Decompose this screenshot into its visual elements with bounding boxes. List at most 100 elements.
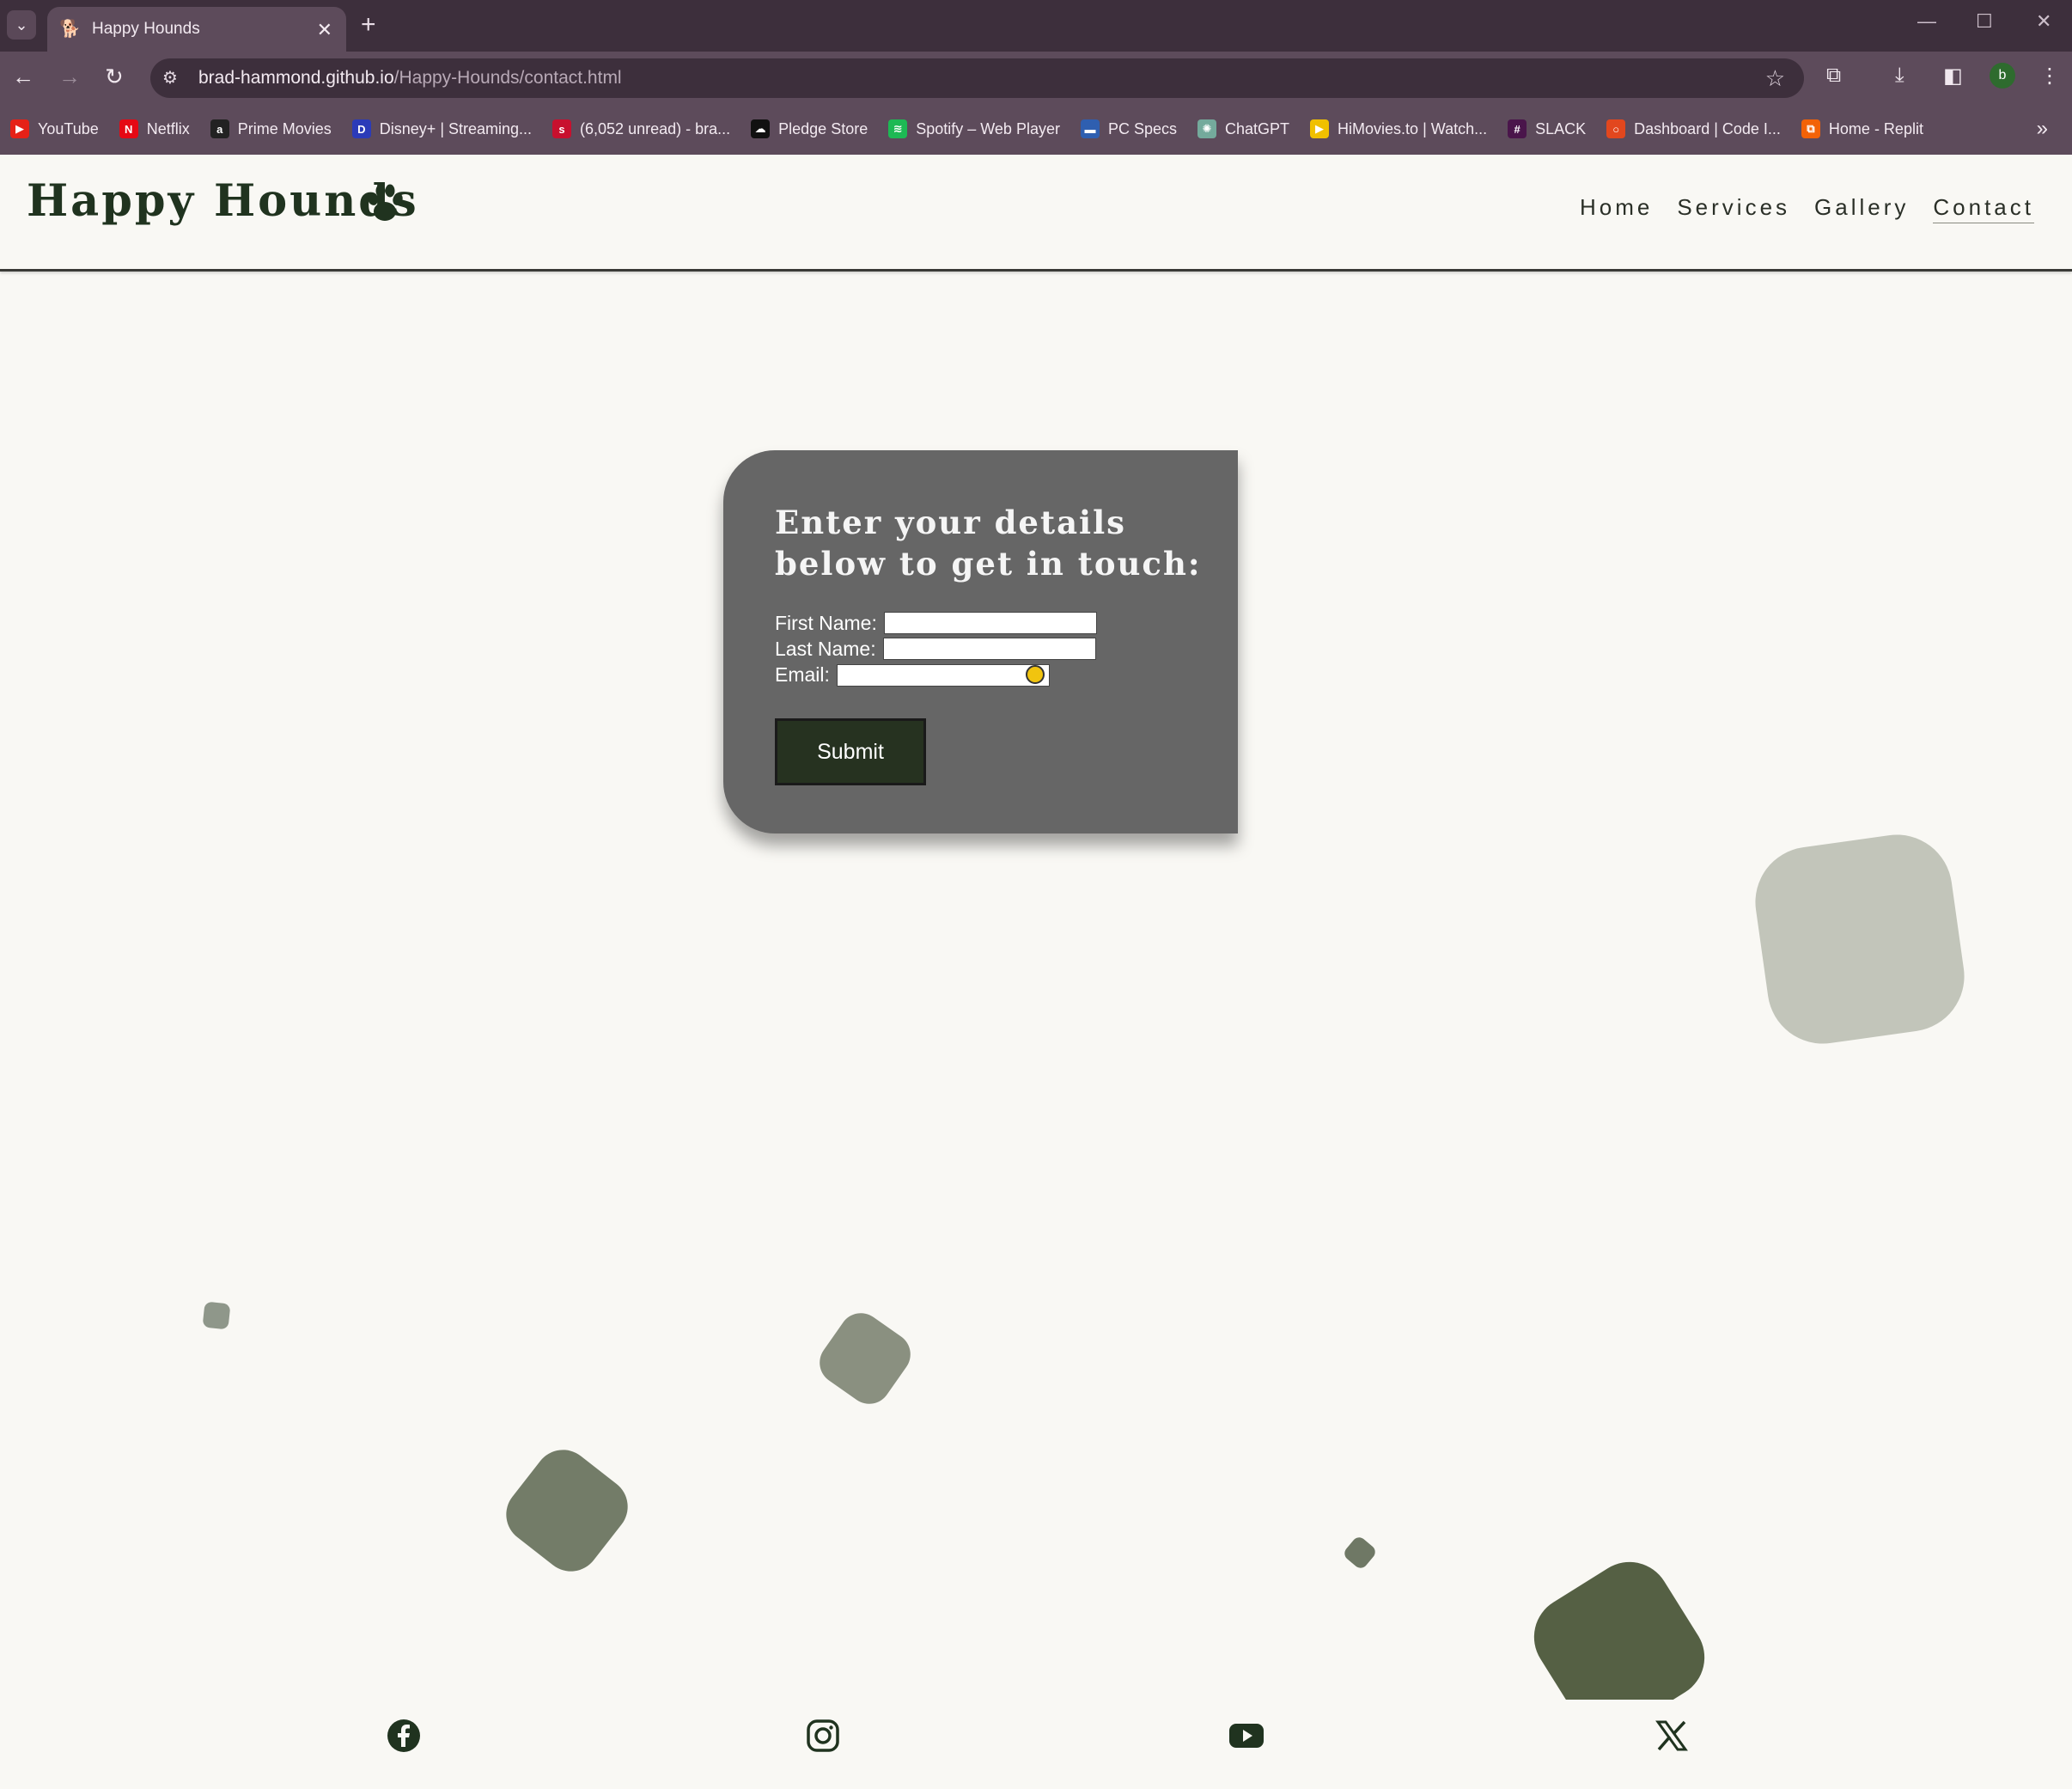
last-name-field[interactable] — [882, 638, 1096, 660]
browser-toolbar: ← → ↻ ⚙ brad-hammond.github.io/Happy-Hou… — [0, 52, 2072, 103]
bookmark-label: (6,052 unread) - bra... — [580, 119, 731, 137]
bookmark-item[interactable]: s (6,052 unread) - bra... — [552, 119, 730, 138]
back-arrow-icon[interactable]: ← — [12, 64, 34, 90]
profile-avatar[interactable]: b — [1990, 63, 2015, 89]
email-row: Email: — [775, 662, 1238, 687]
decorative-shape — [1748, 827, 1971, 1051]
tab-search-button[interactable]: ⌄ — [7, 10, 36, 40]
url-domain: brad-hammond.github.io — [198, 68, 394, 88]
bookmark-label: YouTube — [38, 119, 99, 137]
bookmark-label: Netflix — [146, 119, 190, 137]
minimize-icon[interactable]: — — [1917, 10, 1936, 33]
extensions-icon[interactable]: ⧉ — [1826, 64, 1841, 88]
codeinstitute-icon: ○ — [1606, 119, 1626, 138]
maximize-icon[interactable]: ☐ — [1976, 10, 1993, 33]
submit-button[interactable]: Submit — [775, 718, 926, 785]
nav-home[interactable]: Home — [1580, 194, 1653, 223]
bookmark-label: Pledge Store — [778, 119, 868, 137]
bookmark-item[interactable]: N Netflix — [119, 119, 190, 138]
first-name-label: First Name: — [775, 611, 877, 634]
bookmark-label: Home - Replit — [1828, 119, 1923, 137]
bookmark-item[interactable]: ≋ Spotify – Web Player — [888, 119, 1060, 138]
contact-form-card: Enter your details below to get in touch… — [723, 450, 1238, 833]
himovies-icon: ▶ — [1310, 119, 1330, 138]
bookmark-item[interactable]: ○ Dashboard | Code I... — [1606, 119, 1781, 138]
bookmark-star-icon[interactable]: ☆ — [1765, 65, 1785, 92]
bookmark-item[interactable]: ⧉ Home - Replit — [1801, 119, 1923, 138]
decorative-shape — [1341, 1534, 1379, 1572]
decorative-shape — [494, 1438, 640, 1584]
decorative-shape-clip — [1512, 1557, 1735, 1700]
nav-gallery[interactable]: Gallery — [1814, 194, 1909, 223]
browser-tab-strip: ⌄ 🐕 Happy Hounds ✕ + — ☐ ✕ — [0, 0, 2072, 52]
new-tab-button[interactable]: + — [361, 10, 376, 40]
site-settings-icon[interactable]: ⚙ — [162, 67, 178, 89]
more-bookmarks-icon[interactable]: » — [2037, 117, 2048, 141]
menu-kebab-icon[interactable]: ⋮ — [2039, 64, 2060, 89]
url-path: /Happy-Hounds/contact.html — [393, 68, 622, 88]
contact-form: First Name: Last Name: Email: — [775, 610, 1238, 687]
bookmark-label: HiMovies.to | Watch... — [1338, 119, 1488, 137]
bookmark-item[interactable]: ✺ ChatGPT — [1197, 119, 1289, 138]
decorative-shape — [811, 1304, 919, 1413]
main-nav: Home Services Gallery Contact — [1580, 194, 2034, 223]
bookmark-label: Dashboard | Code I... — [1634, 119, 1781, 137]
bookmark-item[interactable]: ☁ Pledge Store — [751, 119, 868, 138]
nav-services[interactable]: Services — [1677, 194, 1790, 223]
cloud-store-icon: ☁ — [751, 119, 771, 138]
sky-mail-icon: s — [552, 119, 572, 138]
decorative-shape — [1518, 1557, 1721, 1700]
paw-print-icon — [368, 184, 403, 221]
bookmark-item[interactable]: ▶ YouTube — [10, 119, 99, 138]
bookmark-label: Prime Movies — [237, 119, 332, 137]
email-field[interactable] — [836, 664, 1050, 687]
tab-title: Happy Hounds — [92, 20, 200, 38]
instagram-icon[interactable] — [806, 1719, 840, 1753]
last-name-row: Last Name: — [775, 636, 1238, 662]
last-name-label: Last Name: — [775, 637, 876, 660]
youtube-icon: ▶ — [10, 119, 29, 138]
side-panel-icon[interactable]: ◧ — [1943, 64, 1963, 89]
browser-tab[interactable]: 🐕 Happy Hounds ✕ — [47, 7, 346, 52]
close-window-icon[interactable]: ✕ — [2036, 10, 2051, 33]
disney-icon: D — [351, 119, 371, 138]
address-bar[interactable]: ⚙ brad-hammond.github.io/Happy-Hounds/co… — [150, 58, 1804, 98]
bookmark-item[interactable]: # SLACK — [1508, 119, 1586, 138]
chatgpt-icon: ✺ — [1197, 119, 1217, 138]
first-name-field[interactable] — [883, 612, 1097, 634]
close-tab-icon[interactable]: ✕ — [317, 19, 332, 41]
bookmark-item[interactable]: ▶ HiMovies.to | Watch... — [1310, 119, 1487, 138]
facebook-icon[interactable] — [387, 1719, 421, 1753]
netflix-icon: N — [119, 119, 138, 138]
replit-icon: ⧉ — [1801, 119, 1820, 138]
download-icon[interactable]: ⤓ — [1895, 64, 1904, 88]
pc-specs-icon: ▬ — [1080, 119, 1100, 138]
footer-social-links — [0, 1719, 2072, 1770]
bookmark-item[interactable]: D Disney+ | Streaming... — [351, 119, 533, 138]
decorative-shape — [202, 1301, 231, 1330]
first-name-row: First Name: — [775, 610, 1238, 636]
nav-contact[interactable]: Contact — [1933, 194, 2034, 223]
bookmark-item[interactable]: a Prime Movies — [210, 119, 332, 138]
autofill-extension-icon[interactable] — [1025, 664, 1045, 684]
amazon-icon: a — [210, 119, 229, 138]
youtube-icon[interactable] — [1228, 1719, 1265, 1753]
reload-icon[interactable]: ↻ — [105, 64, 124, 90]
bookmark-label: Disney+ | Streaming... — [379, 119, 533, 137]
email-field-wrapper — [836, 662, 1050, 687]
dog-favicon-icon: 🐕 — [59, 20, 81, 39]
bookmark-label: Spotify – Web Player — [916, 119, 1060, 137]
forward-arrow-icon[interactable]: → — [58, 64, 81, 90]
slack-icon: # — [1508, 119, 1527, 138]
x-icon[interactable] — [1655, 1719, 1689, 1753]
bookmark-label: ChatGPT — [1225, 119, 1290, 137]
site-header: Happy Hounds Home Services Gallery Conta… — [0, 155, 2072, 272]
site-logo[interactable]: Happy Hounds — [27, 175, 419, 227]
spotify-icon: ≋ — [888, 119, 908, 138]
bookmark-item[interactable]: ▬ PC Specs — [1080, 119, 1178, 138]
bookmark-label: SLACK — [1535, 119, 1587, 137]
bookmark-label: PC Specs — [1107, 119, 1178, 137]
email-label: Email: — [775, 662, 830, 686]
form-heading: Enter your details below to get in touch… — [775, 504, 1202, 583]
bookmarks-bar: ▶ YouTube N Netflix a Prime Movies D Disney+ | … — [0, 103, 2072, 155]
